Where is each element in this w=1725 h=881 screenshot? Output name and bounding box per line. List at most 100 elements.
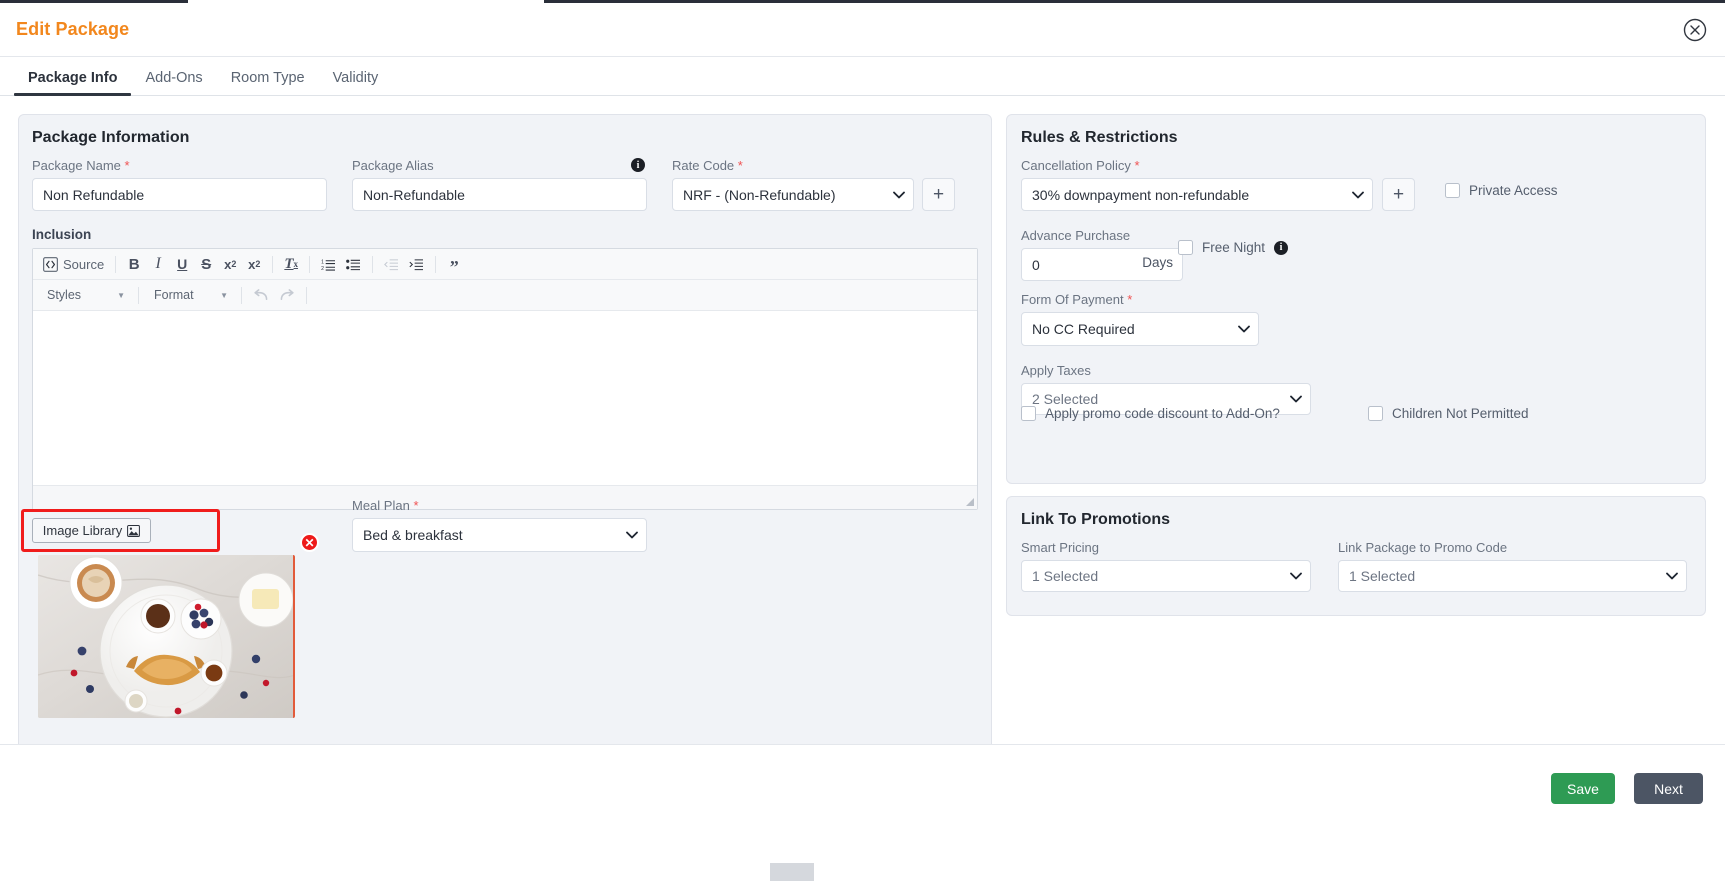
- package-image-thumbnail[interactable]: [38, 555, 295, 718]
- modal-footer: Save Next: [0, 744, 1725, 863]
- source-label: Source: [63, 256, 105, 272]
- bulleted-list-icon[interactable]: [342, 253, 365, 275]
- toolbar-separator: [241, 286, 242, 304]
- link-package-promo-select[interactable]: 1 Selected: [1338, 560, 1687, 592]
- package-information-title: Package Information: [32, 129, 190, 146]
- bold-icon[interactable]: B: [123, 253, 145, 275]
- subscript-icon[interactable]: x2: [219, 253, 241, 275]
- resize-grip-icon[interactable]: [965, 497, 975, 507]
- smart-pricing-label: Smart Pricing: [1021, 540, 1100, 555]
- apply-taxes-label: Apply Taxes: [1021, 363, 1091, 378]
- info-icon[interactable]: i: [631, 158, 645, 172]
- source-button[interactable]: Source: [39, 257, 108, 272]
- rate-code-label-text: Rate Code: [672, 158, 735, 173]
- tab-bar: Package Info Add-Ons Room Type Validity: [0, 57, 1725, 96]
- tab-validity[interactable]: Validity: [319, 70, 393, 96]
- apply-promo-discount-checkbox[interactable]: [1021, 406, 1036, 421]
- image-library-button[interactable]: Image Library: [32, 518, 151, 543]
- free-night-checkbox[interactable]: [1178, 240, 1193, 255]
- private-access-checkbox[interactable]: [1445, 183, 1460, 198]
- inclusion-label: Inclusion: [32, 227, 92, 242]
- decrease-indent-icon: [380, 253, 403, 275]
- image-library-label: Image Library: [42, 523, 123, 538]
- link-to-promotions-title: Link To Promotions: [1021, 511, 1171, 528]
- toolbar-separator: [138, 286, 139, 304]
- blockquote-icon[interactable]: ”: [443, 253, 465, 276]
- package-name-label: Package Name *: [32, 158, 327, 173]
- private-access-label: Private Access: [1469, 183, 1558, 198]
- rules-restrictions-title: Rules & Restrictions: [1021, 129, 1178, 146]
- toolbar-separator: [372, 255, 374, 273]
- italic-icon[interactable]: I: [147, 253, 169, 275]
- package-alias-label: Package Alias: [352, 158, 647, 173]
- cancellation-policy-select[interactable]: 30% downpayment non-refundable: [1021, 178, 1373, 211]
- redo-icon: [275, 284, 299, 306]
- increase-indent-icon[interactable]: [405, 253, 428, 275]
- children-not-permitted-row[interactable]: Children Not Permitted: [1368, 406, 1529, 421]
- remove-format-icon[interactable]: Tx: [280, 253, 302, 275]
- info-icon[interactable]: i: [1274, 240, 1289, 255]
- required-marker: *: [1127, 292, 1133, 307]
- styles-dropdown[interactable]: Styles ▼: [39, 285, 131, 306]
- undo-icon: [249, 284, 273, 306]
- required-marker: *: [1134, 158, 1140, 173]
- rules-restrictions-panel: Rules & Restrictions Cancellation Policy…: [1006, 114, 1706, 484]
- add-cancellation-policy-button[interactable]: +: [1382, 178, 1415, 211]
- chevron-down-icon: ▼: [117, 290, 125, 300]
- superscript-icon[interactable]: x2: [243, 253, 265, 275]
- format-dropdown[interactable]: Format ▼: [146, 285, 234, 306]
- toolbar-separator: [272, 255, 274, 273]
- toolbar-separator: [306, 286, 307, 304]
- children-not-permitted-label: Children Not Permitted: [1392, 406, 1529, 421]
- advance-purchase-unit: Days: [1142, 255, 1173, 270]
- delete-image-icon[interactable]: ✕: [300, 533, 319, 552]
- cancellation-policy-label: Cancellation Policy *: [1021, 158, 1417, 173]
- source-code-icon: [43, 256, 58, 272]
- save-button[interactable]: Save: [1551, 773, 1615, 804]
- tab-package-info[interactable]: Package Info: [14, 70, 132, 96]
- smart-pricing-select[interactable]: 1 Selected: [1021, 560, 1311, 592]
- underline-icon[interactable]: U: [171, 253, 193, 275]
- package-alias-input[interactable]: [352, 178, 647, 211]
- inclusion-textarea[interactable]: [33, 311, 977, 485]
- private-access-row[interactable]: Private Access: [1445, 183, 1558, 198]
- modal-body: Package Information Package Name * Packa…: [0, 96, 1725, 790]
- toolbar-separator: [309, 255, 311, 273]
- svg-text:1: 1: [321, 259, 324, 265]
- modal-header: Edit Package: [0, 3, 1725, 57]
- bottom-bar-segment: [770, 863, 814, 881]
- close-icon[interactable]: [1683, 18, 1707, 42]
- tab-room-type[interactable]: Room Type: [217, 70, 319, 96]
- editor-toolbar-row-1: Source B I U S x2 x2 Tx 1 2 ”: [33, 249, 977, 280]
- tab-add-ons[interactable]: Add-Ons: [131, 70, 216, 96]
- advance-purchase-label: Advance Purchase: [1021, 228, 1131, 243]
- form-of-payment-select[interactable]: No CC Required: [1021, 312, 1259, 346]
- format-label: Format: [154, 288, 194, 302]
- required-marker: *: [413, 498, 419, 513]
- meal-plan-label-text: Meal Plan: [352, 498, 410, 513]
- inclusion-editor: Source B I U S x2 x2 Tx 1 2 ” Styles ▼ F…: [32, 248, 978, 510]
- image-icon: [127, 524, 141, 537]
- rate-code-select[interactable]: NRF - (Non-Refundable): [672, 178, 914, 211]
- free-night-row[interactable]: Free Night i: [1178, 240, 1289, 255]
- link-package-promo-label: Link Package to Promo Code: [1338, 540, 1508, 555]
- editor-toolbar-row-2: Styles ▼ Format ▼: [33, 280, 977, 311]
- children-not-permitted-checkbox[interactable]: [1368, 406, 1383, 421]
- package-name-input[interactable]: [32, 178, 327, 211]
- numbered-list-icon[interactable]: 1 2: [317, 253, 340, 275]
- apply-promo-discount-row[interactable]: Apply promo code discount to Add-On?: [1021, 406, 1280, 421]
- cancellation-policy-label-text: Cancellation Policy: [1021, 158, 1131, 173]
- meal-plan-select[interactable]: Bed & breakfast: [352, 518, 647, 552]
- apply-promo-discount-label: Apply promo code discount to Add-On?: [1045, 406, 1280, 421]
- package-information-panel: Package Information Package Name * Packa…: [18, 114, 992, 790]
- package-alias-label-text: Package Alias: [352, 158, 434, 173]
- next-button[interactable]: Next: [1634, 773, 1703, 804]
- styles-label: Styles: [47, 288, 82, 302]
- package-image-thumbnail-wrap: ✕: [38, 533, 319, 720]
- edit-package-modal: Edit Package Package Info Add-Ons Room T…: [0, 0, 1725, 881]
- add-rate-code-button[interactable]: +: [922, 178, 955, 211]
- strikethrough-icon[interactable]: S: [195, 253, 217, 275]
- toolbar-separator: [435, 255, 437, 273]
- required-marker: *: [737, 158, 743, 173]
- required-marker: *: [124, 158, 130, 173]
